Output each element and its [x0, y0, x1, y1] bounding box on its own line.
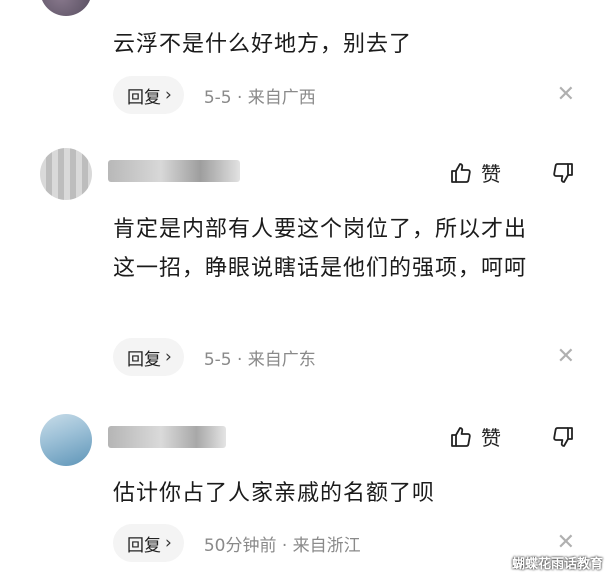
- like-label: 赞: [481, 162, 501, 186]
- comment-item: 赞 估计你占了人家亲戚的名额了呗 回复 › 50分钟前 · 来自浙江 ✕: [0, 400, 609, 578]
- thumbs-down-icon: [553, 426, 573, 447]
- comment-time-location: 50分钟前 · 来自浙江: [203, 535, 361, 556]
- comment-meta: 回复 › 50分钟前 · 来自浙江 ✕: [113, 524, 575, 562]
- reply-button[interactable]: 回复 ›: [113, 76, 184, 114]
- comment-text: 肯定是内部有人要这个岗位了，所以才出这一招，睁眼说瞎话是他们的强项，呵呵: [113, 217, 528, 281]
- dislike-button[interactable]: [551, 425, 575, 449]
- reply-label: 回复: [127, 349, 161, 370]
- comment-meta: 回复 › 5-5 · 来自广西 ✕: [113, 76, 575, 114]
- comment-text: 估计你占了人家亲戚的名额了呗: [113, 481, 436, 506]
- thumbs-up-icon: [451, 162, 471, 183]
- close-icon[interactable]: ✕: [557, 346, 575, 368]
- like-button[interactable]: 赞: [449, 422, 501, 451]
- close-icon[interactable]: ✕: [557, 532, 575, 554]
- reply-button[interactable]: 回复 ›: [113, 524, 184, 562]
- username-blurred[interactable]: [108, 160, 240, 182]
- like-button[interactable]: 赞: [449, 158, 501, 187]
- avatar[interactable]: [40, 414, 92, 466]
- comment-time-location: 5-5 · 来自广西: [203, 87, 316, 108]
- comment-actions: 赞: [449, 158, 575, 187]
- reply-label: 回复: [127, 535, 161, 556]
- comment-item: 云浮不是什么好地方，别去了 回复 › 5-5 · 来自广西 ✕: [0, 0, 609, 140]
- comment-actions: 赞: [449, 422, 575, 451]
- chevron-right-icon: ›: [165, 533, 172, 553]
- thumbs-up-icon: [451, 426, 471, 447]
- watermark: 蝴蝶花雨话教育: [511, 557, 603, 572]
- avatar[interactable]: [40, 148, 92, 200]
- reply-button[interactable]: 回复 ›: [113, 338, 184, 376]
- comment-time-location: 5-5 · 来自广东: [203, 349, 316, 370]
- comment-meta: 回复 › 5-5 · 来自广东 ✕: [113, 338, 575, 376]
- close-icon[interactable]: ✕: [557, 84, 575, 106]
- comment-item: 赞 肯定是内部有人要这个岗位了，所以才出这一招，睁眼说瞎话是他们的强项，呵呵 回…: [0, 140, 609, 400]
- thumbs-down-icon: [553, 162, 573, 183]
- comment-text: 云浮不是什么好地方，别去了: [113, 32, 413, 57]
- username-blurred[interactable]: [108, 426, 226, 448]
- like-label: 赞: [481, 426, 501, 450]
- reply-label: 回复: [127, 87, 161, 108]
- dislike-button[interactable]: [551, 161, 575, 185]
- avatar[interactable]: [40, 0, 92, 16]
- chevron-right-icon: ›: [165, 347, 172, 367]
- chevron-right-icon: ›: [165, 85, 172, 105]
